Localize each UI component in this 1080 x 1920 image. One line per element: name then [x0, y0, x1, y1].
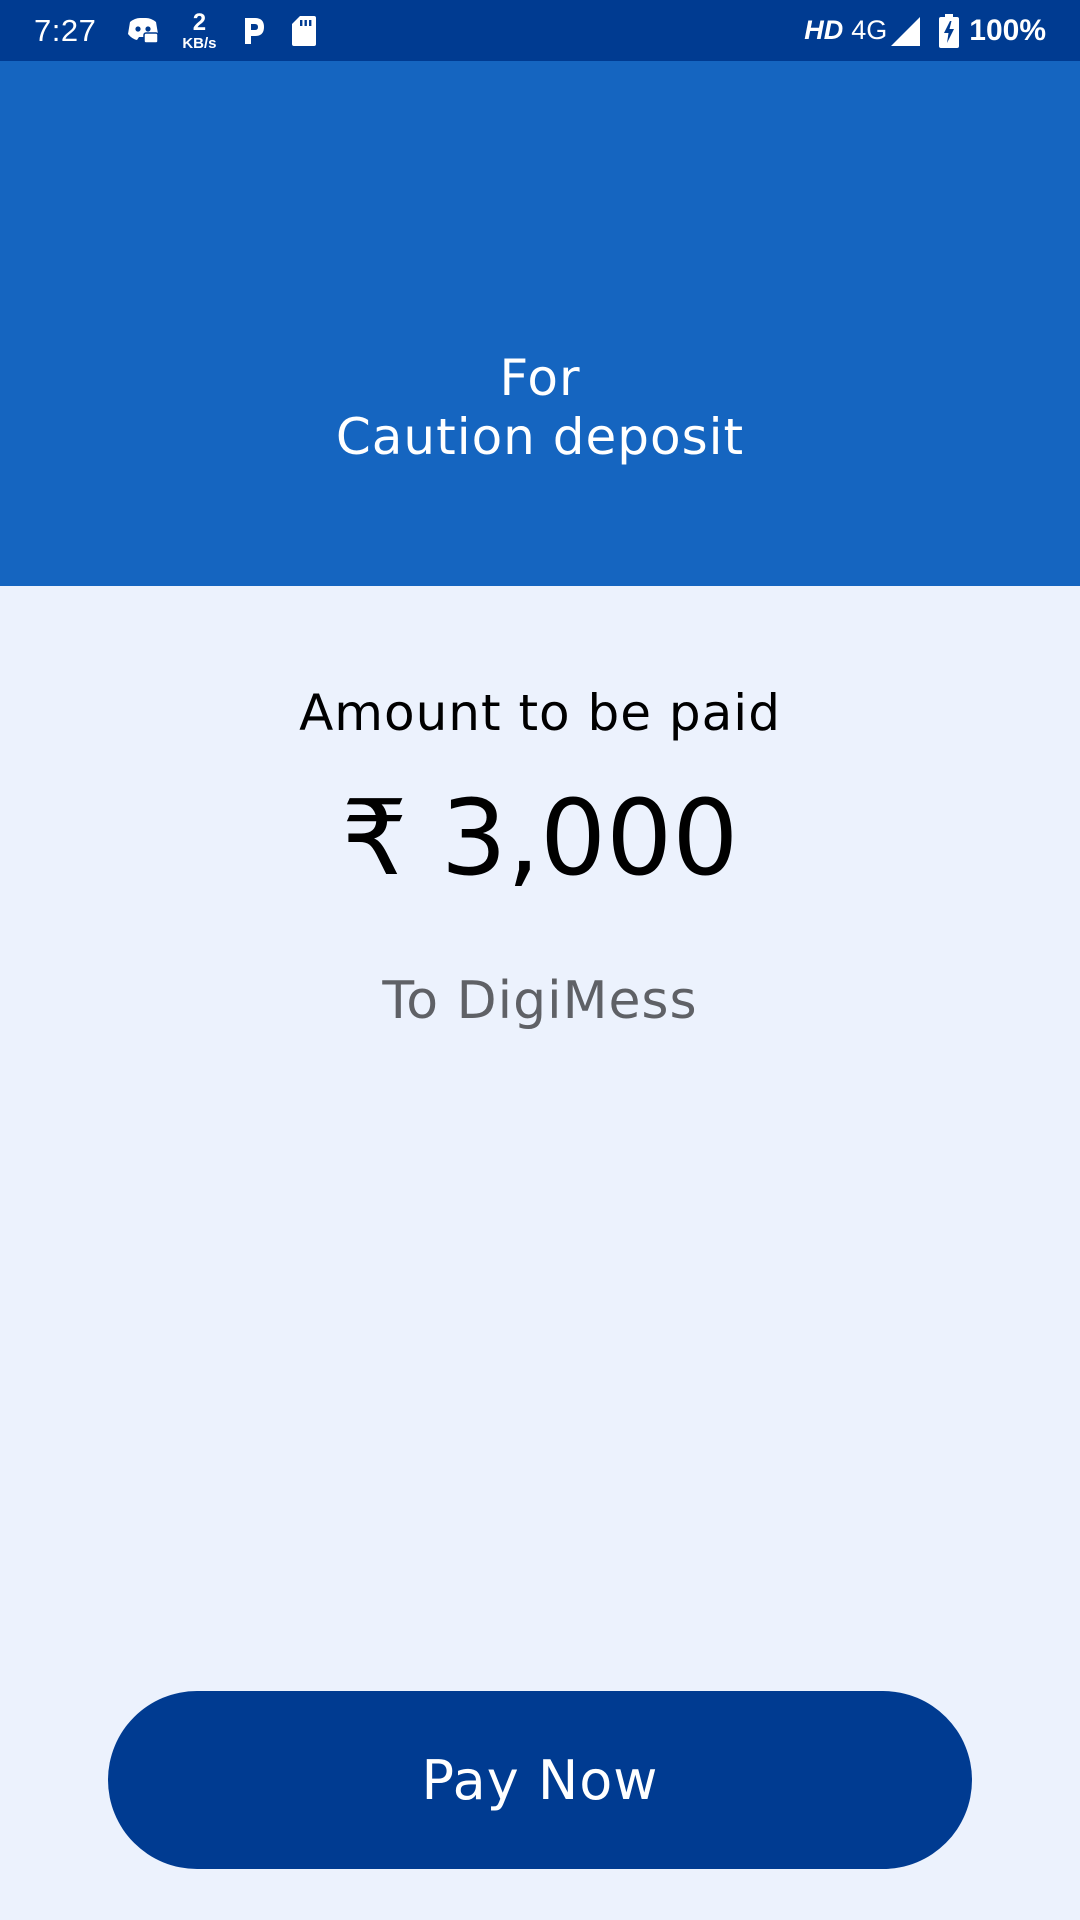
paytm-icon [239, 15, 267, 47]
signal-icon [889, 15, 921, 47]
status-bar: 7:27 2 KB/s HD 4G 100% [0, 0, 1080, 61]
battery-charging-icon [939, 13, 960, 48]
amount-value: ₹ 3,000 [341, 777, 739, 899]
status-time: 7:27 [34, 12, 97, 48]
pay-now-button[interactable]: Pay Now [108, 1691, 972, 1869]
payment-purpose: For Caution deposit [0, 349, 1080, 467]
battery-percent: 100% [969, 13, 1046, 47]
network-speed-value: 2 [192, 8, 207, 36]
status-right: HD 4G 100% [804, 0, 1046, 61]
network-speed: 2 KB/s [182, 8, 217, 52]
network-type: 4G [851, 15, 888, 45]
purpose-title: Caution deposit [335, 408, 745, 466]
status-left: 7:27 2 KB/s [34, 0, 317, 61]
network-speed-unit: KB/s [182, 34, 217, 52]
sd-card-icon [291, 15, 317, 47]
amount-label: Amount to be paid [299, 684, 781, 742]
discord-icon [126, 16, 160, 46]
header-banner [0, 61, 1080, 586]
purpose-prefix: For [499, 349, 581, 407]
payee-label: To DigiMess [382, 971, 698, 1031]
hd-label: HD [804, 15, 844, 45]
